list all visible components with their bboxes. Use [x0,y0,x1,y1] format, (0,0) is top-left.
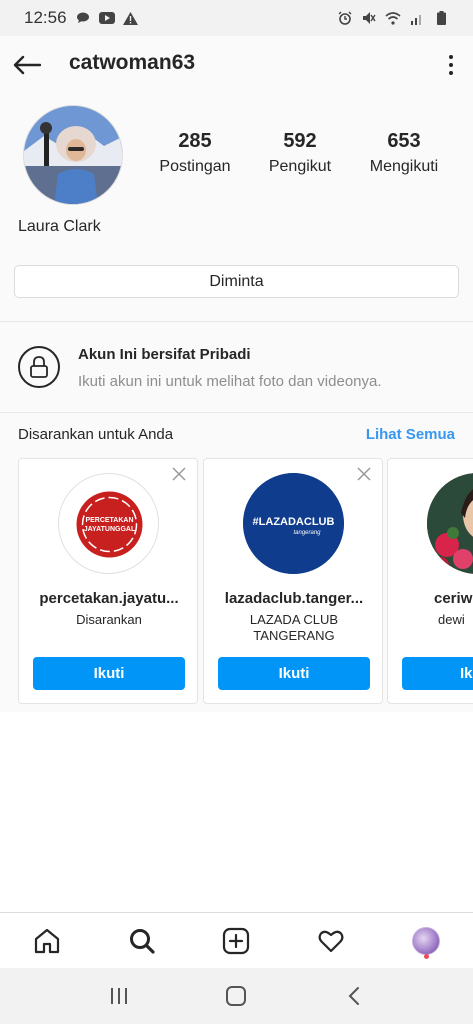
dot-icon [449,63,453,67]
suggestions-title: Disarankan untuk Anda [18,426,174,443]
suggestion-photo [427,473,473,574]
suggestion-subtitle: LAZADA CLUB TANGERANG [249,612,339,643]
divider [0,412,473,413]
suggestion-card[interactable]: ceriw dewi Ik [387,458,473,704]
private-account-title: Akun Ini bersifat Pribadi [78,346,251,363]
recent-apps-button[interactable] [104,981,134,1011]
suggestions-carousel[interactable]: PERCETAKAN JAYATUNGGAL percetakan.jayatu… [18,458,473,704]
status-bar: 12:56 [0,0,473,36]
heart-icon [318,930,344,952]
stat-label: Postingan [159,158,231,175]
stat-label: Pengikut [268,158,332,175]
suggestion-avatar[interactable] [427,473,473,574]
profile-header: catwoman63 [0,36,473,92]
stat-value: 285 [178,130,212,152]
alarm-icon [337,11,353,25]
suggestion-username[interactable]: ceriw [388,590,473,607]
profile-full-name: Laura Clark [18,218,101,235]
lazada-logo-icon: #LAZADACLUB tangerang [243,473,344,574]
suggestion-username[interactable]: lazadaclub.tanger... [210,590,378,607]
nav-profile[interactable] [406,921,446,961]
home-button[interactable] [221,981,251,1011]
warning-icon [123,11,139,25]
private-account-subtitle: Ikuti akun ini untuk melihat foto dan vi… [78,373,382,390]
follow-button[interactable]: Ikuti [33,657,185,690]
see-all-link[interactable]: Lihat Semua [366,426,455,443]
mute-icon [361,11,377,25]
home-icon [35,928,60,953]
suggestion-subtitle: dewi [438,612,465,627]
dot-icon [449,55,453,59]
chevron-left-icon [348,987,360,1005]
system-navigation [0,968,473,1024]
stat-following[interactable]: 653 Mengikuti [349,130,459,176]
svg-text:PERCETAKAN: PERCETAKAN [85,517,133,524]
notification-dot [423,953,429,959]
profile-section: catwoman63 285 Postingan 592 Pengikut 65… [0,36,473,712]
suggestion-avatar[interactable]: PERCETAKAN JAYATUNGGAL [58,473,159,574]
suggestion-avatar[interactable]: #LAZADACLUB tangerang [243,473,344,574]
signal-icon [409,11,425,25]
nav-home[interactable] [27,921,67,961]
suggestion-username[interactable]: percetakan.jayatu... [25,590,193,607]
requested-button[interactable]: Diminta [14,265,459,298]
chat-icon [75,11,91,25]
nav-new-post[interactable] [216,921,256,961]
back-button[interactable] [10,48,44,82]
suggestion-subtitle: Disarankan [76,612,142,627]
stat-label: Mengikuti [369,158,439,175]
back-arrow-icon [13,55,41,75]
battery-icon [433,11,449,25]
profile-screen: 12:56 catwoman63 285 Postingan 592 Pengi… [0,0,473,1024]
dot-icon [449,71,453,75]
back-system-button[interactable] [339,981,369,1011]
suggestion-card[interactable]: #LAZADACLUB tangerang lazadaclub.tanger.… [203,458,383,704]
stat-value: 653 [387,130,421,152]
svg-text:JAYATUNGGAL: JAYATUNGGAL [84,526,136,533]
recent-apps-icon [110,988,127,1004]
profile-photo [24,106,122,204]
more-options-button[interactable] [441,50,461,80]
wifi-icon [385,11,401,25]
close-icon[interactable] [356,467,372,483]
nav-search[interactable] [122,921,162,961]
stat-followers[interactable]: 592 Pengikut [245,130,355,176]
profile-avatar[interactable] [23,105,123,205]
percetakan-logo-icon: PERCETAKAN JAYATUNGGAL [76,491,143,558]
lock-icon [18,346,60,388]
stat-value: 592 [283,130,317,152]
close-icon[interactable] [171,467,187,483]
status-time: 12:56 [24,8,67,27]
svg-text:#LAZADACLUB: #LAZADACLUB [253,516,335,528]
home-square-icon [226,986,247,1006]
stat-posts[interactable]: 285 Postingan [140,130,250,176]
add-post-icon [223,927,250,954]
search-icon [129,928,155,954]
follow-button[interactable]: Ik [402,657,473,690]
svg-text:tangerang: tangerang [293,530,321,536]
nav-activity[interactable] [311,921,351,961]
follow-button[interactable]: Ikuti [218,657,370,690]
suggestion-card[interactable]: PERCETAKAN JAYATUNGGAL percetakan.jayatu… [18,458,198,704]
page-title: catwoman63 [69,51,196,74]
bottom-navigation [0,912,473,968]
avatar [411,926,440,955]
divider [0,321,473,322]
youtube-icon [98,11,115,25]
